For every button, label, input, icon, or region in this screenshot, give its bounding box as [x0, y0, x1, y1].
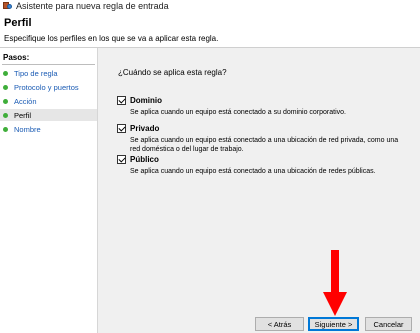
step-status-dot-icon [3, 84, 8, 90]
publico-checkbox-row[interactable]: Público [117, 155, 407, 164]
privado-description: Se aplica cuando un equipo está conectad… [130, 137, 399, 153]
back-button[interactable]: < Atrás [255, 317, 304, 331]
step-accion[interactable]: Acción [0, 95, 97, 107]
step-status-dot-icon [3, 112, 8, 118]
step-protocolo-y-puertos[interactable]: Protocolo y puertos [0, 81, 97, 93]
page-title: Perfil [4, 17, 32, 29]
step-status-dot-icon [3, 70, 8, 76]
step-label: Perfil [14, 110, 32, 120]
step-status-dot-icon [3, 126, 8, 132]
dominio-description: Se aplica cuando un equipo está conectad… [130, 109, 346, 116]
step-label: Tipo de regla [14, 68, 58, 78]
wizard-header: Perfil Especifique los perfiles en los q… [0, 11, 420, 48]
checkmark-icon [118, 124, 126, 132]
step-label: Acción [14, 96, 37, 106]
publico-checkbox[interactable] [117, 155, 126, 164]
steps-divider [2, 64, 95, 65]
step-label: Nombre [14, 124, 41, 134]
window-title: Asistente para nueva regla de entrada [16, 0, 169, 11]
cancel-button[interactable]: Cancelar [365, 317, 412, 331]
privado-checkbox[interactable] [117, 124, 126, 133]
option-privado: Privado Se aplica cuando un equipo está … [117, 124, 407, 154]
title-bar[interactable]: Asistente para nueva regla de entrada [0, 0, 420, 11]
dominio-label: Dominio [130, 96, 162, 105]
checkmark-icon [118, 155, 126, 163]
step-label: Protocolo y puertos [14, 82, 79, 92]
option-publico: Público Se aplica cuando un equipo está … [117, 155, 407, 176]
wizard-content: ¿Cuándo se aplica esta regla? Dominio Se… [98, 48, 420, 333]
dominio-checkbox-row[interactable]: Dominio [117, 96, 407, 105]
firewall-icon [3, 1, 12, 10]
step-status-dot-icon [3, 98, 8, 104]
privado-label: Privado [130, 124, 160, 133]
step-perfil[interactable]: Perfil [0, 109, 97, 121]
steps-heading: Pasos: [3, 53, 30, 62]
next-button[interactable]: Siguiente > [308, 317, 359, 331]
checkmark-icon [118, 96, 126, 104]
wizard-window: Asistente para nueva regla de entrada Pe… [0, 0, 420, 333]
page-subtitle: Especifique los perfiles en los que se v… [4, 34, 219, 43]
dominio-checkbox[interactable] [117, 96, 126, 105]
option-dominio: Dominio Se aplica cuando un equipo está … [117, 96, 407, 117]
privado-checkbox-row[interactable]: Privado [117, 124, 407, 133]
question-label: ¿Cuándo se aplica esta regla? [118, 68, 227, 77]
step-nombre[interactable]: Nombre [0, 123, 97, 135]
step-tipo-de-regla[interactable]: Tipo de regla [0, 67, 97, 79]
steps-pane: Pasos: Tipo de regla Protocolo y puertos… [0, 48, 98, 333]
publico-description: Se aplica cuando un equipo está conectad… [130, 168, 376, 175]
publico-label: Público [130, 155, 159, 164]
red-arrow-annotation-icon [323, 250, 347, 316]
